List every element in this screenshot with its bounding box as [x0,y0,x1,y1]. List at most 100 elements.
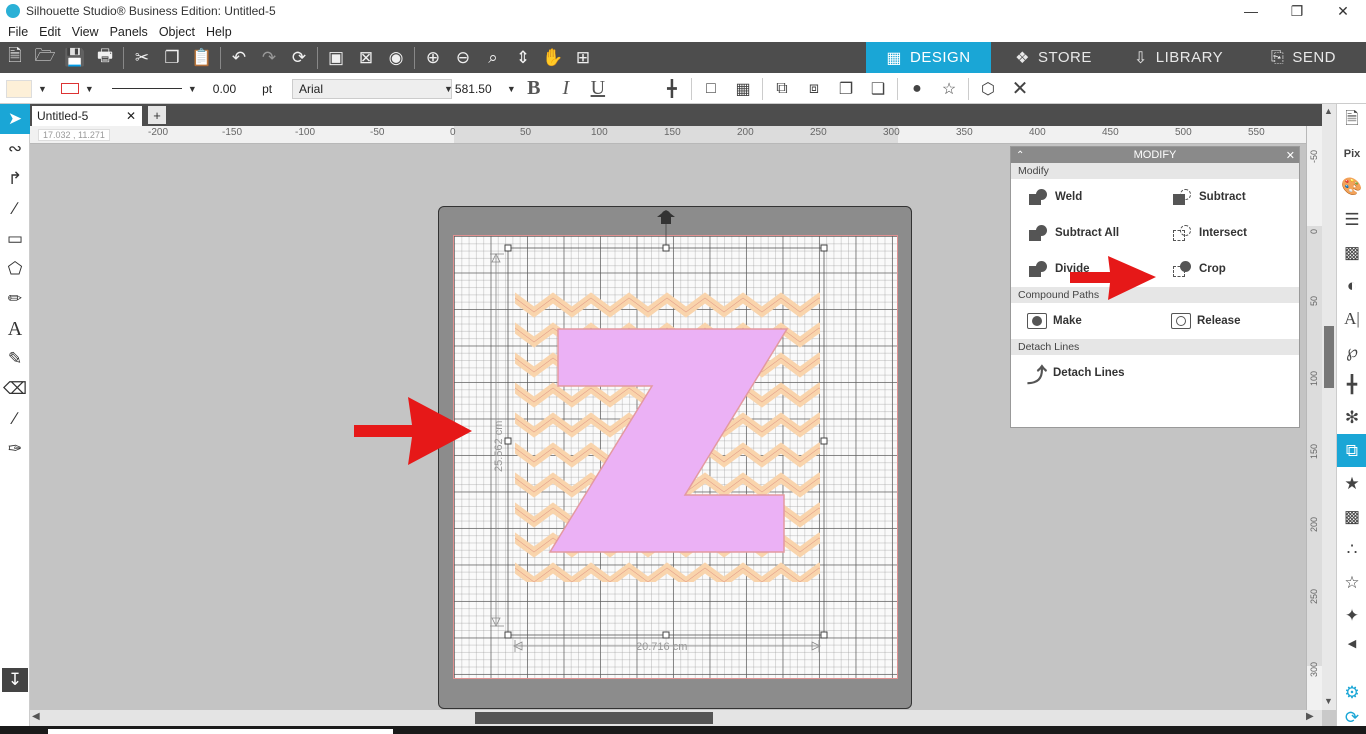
vertical-scroll-thumb[interactable] [1324,326,1334,388]
delete-icon[interactable]: ✕ [1004,73,1036,104]
drag-zoom-icon[interactable]: ⇕ [508,42,538,73]
underline-button[interactable]: U [582,77,614,100]
line-tool-icon[interactable]: ∕ [0,194,30,224]
scroll-right-icon[interactable]: ▶ [1306,711,1314,722]
undo-icon[interactable]: ↶ [224,42,254,73]
collapse-panel-icon[interactable]: ⌃ [1016,150,1024,161]
font-size-dropdown-icon[interactable]: ▼ [507,84,516,94]
print-icon[interactable]: 🖶 [90,42,120,73]
italic-button[interactable]: I [550,77,582,100]
align-panel-icon[interactable]: ╋ [1337,368,1366,401]
curve-tool-icon[interactable]: ↱ [0,164,30,194]
open-folder-icon[interactable]: 🗁 [30,42,60,73]
scroll-up-icon[interactable]: ▲ [1324,106,1333,116]
text-tool-icon[interactable]: A [0,314,30,344]
bring-forward-icon[interactable]: ❐ [830,73,862,104]
line-style-preview[interactable] [111,88,182,89]
menu-help[interactable]: Help [206,25,232,39]
crop-button[interactable]: Crop [1155,260,1299,278]
nesting-star-icon[interactable]: ☆ [1337,566,1366,599]
close-tab-icon[interactable]: ✕ [126,109,136,123]
send-backward-icon[interactable]: ❑ [862,73,894,104]
menu-file[interactable]: File [8,25,28,39]
fill-color-swatch[interactable] [6,79,32,98]
edit-tool-icon[interactable]: ✎ [0,344,30,374]
tab-library[interactable]: ⇩ LIBRARY [1116,42,1241,73]
collapse-arrow-icon[interactable]: ◀ [1337,632,1366,654]
horizontal-scroll-thumb[interactable] [475,712,713,724]
knife-tool-icon[interactable]: ∕ [0,404,30,434]
tab-store[interactable]: ❖ STORE [991,42,1116,73]
zoom-in-icon[interactable]: ⊕ [418,42,448,73]
new-document-icon[interactable]: 🗎 [0,42,30,73]
restore-button[interactable]: ❐ [1274,0,1320,22]
text-to-path-icon[interactable]: ℘ [1337,335,1366,368]
offset-star-icon[interactable]: ☆ [933,73,965,104]
save-icon[interactable]: 💾 [60,42,90,73]
puzzle-icon[interactable]: ✦ [1337,599,1366,632]
page-setup-icon[interactable]: 🗎 [1337,104,1366,137]
cut-icon[interactable]: ✂ [127,42,157,73]
weld-button[interactable]: Weld [1011,188,1155,206]
vertical-scrollbar[interactable]: ▲ ▼ [1322,104,1336,710]
bold-button[interactable]: B [518,77,550,100]
menu-edit[interactable]: Edit [39,25,61,39]
paste-icon[interactable]: 📋 [187,42,217,73]
text-style-icon[interactable]: A| [1337,302,1366,335]
release-compound-icon[interactable]: ◉ [381,42,411,73]
release-compound-button[interactable]: Release [1155,313,1299,329]
menu-panels[interactable]: Panels [110,25,148,39]
font-select[interactable]: Arial [292,78,452,99]
send-to-back-icon[interactable]: ⧈ [798,73,830,104]
pan-hand-icon[interactable]: ✋ [538,42,568,73]
import-icon[interactable]: ↧ [2,668,28,692]
font-dropdown-icon[interactable]: ▼ [444,84,453,94]
pencil-tool-icon[interactable]: ✏ [0,284,30,314]
minimize-button[interactable]: — [1228,0,1274,22]
polygon-tool-icon[interactable]: ⬠ [0,254,30,284]
point-edit-tool-icon[interactable]: ∾ [0,134,30,164]
menu-object[interactable]: Object [159,25,195,39]
zoom-select-icon[interactable]: ⌕ [478,42,508,73]
weld-icon[interactable]: ● [901,73,933,104]
close-window-button[interactable]: ✕ [1320,0,1366,22]
lock-handle-icon[interactable] [657,210,675,224]
transform-icon[interactable]: ✻ [1337,401,1366,434]
tab-design[interactable]: ▦ DESIGN [866,42,991,73]
transparency-icon[interactable]: ◐ [1337,269,1366,302]
bring-to-front-icon[interactable]: ⧉ [766,73,798,104]
eraser-tool-icon[interactable]: ⌫ [0,374,30,404]
subtract-all-button[interactable]: Subtract All [1011,224,1155,242]
select-tool-icon[interactable]: ➤ [0,104,30,134]
menu-view[interactable]: View [72,25,99,39]
fill-dropdown-icon[interactable]: ▼ [38,84,47,94]
pixscan-icon[interactable]: Pix [1337,137,1366,170]
detach-lines-button[interactable]: ⤴ Detach Lines [1011,359,1156,388]
line-color-dropdown-icon[interactable]: ▼ [85,84,94,94]
copy-icon[interactable]: ❐ [157,42,187,73]
horizontal-scrollbar[interactable]: ◀ ▶ [30,710,1322,726]
redo-icon[interactable]: ↷ [254,42,284,73]
sketch-icon[interactable]: ▩ [1337,236,1366,269]
eyedropper-tool-icon[interactable]: ✑ [0,434,30,464]
trace-icon[interactable]: ▩ [1337,500,1366,533]
ungroup-objects-icon[interactable]: ▦ [727,73,759,104]
modify-panel-header[interactable]: ⌃ MODIFY ✕ [1011,147,1299,163]
zoom-out-icon[interactable]: ⊖ [448,42,478,73]
ungroup-icon[interactable]: ⊠ [351,42,381,73]
close-panel-icon[interactable]: ✕ [1286,149,1295,162]
make-compound-button[interactable]: Make [1011,313,1155,329]
redraw-icon[interactable]: ⟳ [284,42,314,73]
font-size-field[interactable]: 581.50 [455,79,513,99]
line-style-icon[interactable]: ☰ [1337,203,1366,236]
scroll-left-icon[interactable]: ◀ [32,711,40,722]
modify-panel-icon[interactable]: ⧉ [1337,434,1366,467]
add-tab-button[interactable]: + [148,106,166,124]
group-objects-icon[interactable]: □ [695,73,727,104]
rectangle-tool-icon[interactable]: ▭ [0,224,30,254]
align-center-icon[interactable]: ╋ [656,73,688,104]
tab-untitled-5[interactable]: Untitled-5 ✕ [32,106,142,126]
replicate-icon[interactable]: ⬡ [972,73,1004,104]
fit-to-page-icon[interactable]: ⊞ [568,42,598,73]
intersect-button[interactable]: Intersect [1155,224,1299,242]
